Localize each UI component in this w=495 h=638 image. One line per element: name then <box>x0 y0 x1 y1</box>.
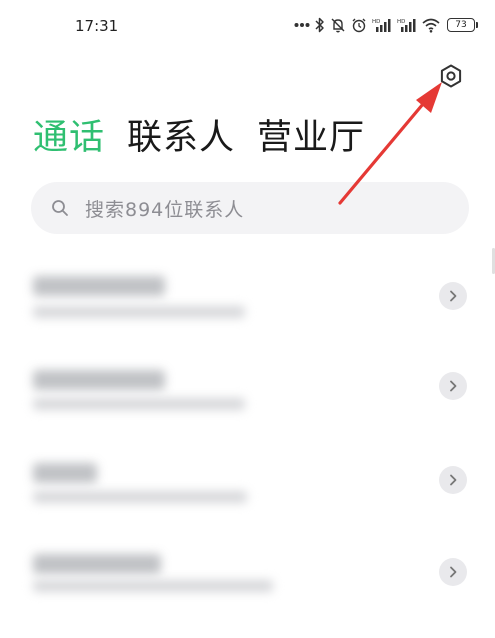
detail-button[interactable] <box>439 558 467 586</box>
status-icons: HD HD 73 <box>294 14 478 36</box>
list-item[interactable] <box>0 270 495 360</box>
silent-icon <box>331 18 345 33</box>
tab-calls[interactable]: 通话 <box>33 116 105 160</box>
top-tabs: 通话 联系人 营业厅 <box>33 116 365 160</box>
list-item[interactable] <box>0 457 495 547</box>
battery-level: 73 <box>455 20 467 30</box>
tab-contacts[interactable]: 联系人 <box>127 116 235 160</box>
chevron-right-icon <box>450 380 457 392</box>
contact-detail-blurred <box>33 491 247 503</box>
settings-button[interactable] <box>438 63 464 89</box>
chevron-right-icon <box>450 474 457 486</box>
chevron-right-icon <box>450 290 457 302</box>
svg-text:HD: HD <box>372 19 380 25</box>
search-placeholder: 搜索894位联系人 <box>85 198 245 221</box>
detail-button[interactable] <box>439 282 467 310</box>
gear-icon <box>440 64 462 88</box>
svg-text:HD: HD <box>397 19 405 25</box>
list-item[interactable] <box>0 364 495 454</box>
contact-name-blurred <box>33 554 161 574</box>
hd-signal-icon: HD <box>397 19 416 32</box>
contact-detail-blurred <box>33 306 245 318</box>
search-input[interactable]: 搜索894位联系人 <box>31 182 469 234</box>
tab-business-hall[interactable]: 营业厅 <box>257 116 365 160</box>
contact-name-blurred <box>33 370 165 390</box>
list-item[interactable] <box>0 548 495 638</box>
alarm-icon <box>352 18 366 33</box>
wifi-icon <box>422 18 440 33</box>
contact-name-blurred <box>33 463 97 483</box>
hd-signal-icon: HD <box>372 19 391 32</box>
status-time: 17:31 <box>75 17 119 35</box>
detail-button[interactable] <box>439 466 467 494</box>
contact-detail-blurred <box>33 580 273 592</box>
contact-name-blurred <box>33 276 165 296</box>
detail-button[interactable] <box>439 372 467 400</box>
status-bar: 17:31 HD HD 73 <box>0 0 495 56</box>
more-dots-icon <box>294 23 310 27</box>
bluetooth-icon <box>315 17 324 33</box>
search-icon <box>52 200 68 216</box>
chevron-right-icon <box>450 566 457 578</box>
battery-icon: 73 <box>447 18 478 32</box>
contact-detail-blurred <box>33 398 245 410</box>
